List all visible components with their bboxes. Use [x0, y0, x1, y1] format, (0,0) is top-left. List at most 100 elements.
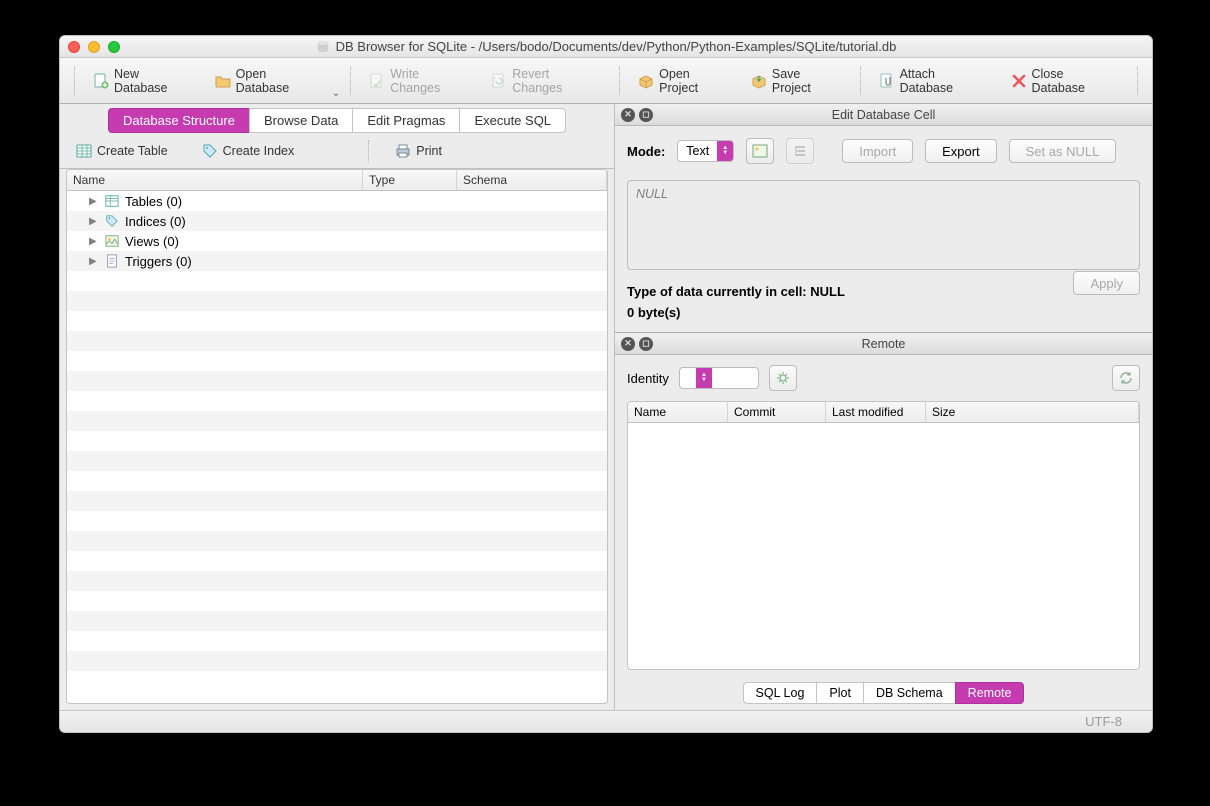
tab-plot[interactable]: Plot [816, 682, 863, 704]
sync-icon [1118, 370, 1134, 386]
tree-body[interactable]: ▶ Tables (0) ▶ Indices (0) ▶ Views (0) [67, 191, 607, 703]
label: Attach Database [900, 67, 991, 95]
label: Triggers (0) [125, 254, 192, 269]
doc-icon [105, 254, 119, 268]
tree-item-triggers[interactable]: ▶ Triggers (0) [67, 251, 607, 271]
app-window: DB Browser for SQLite - /Users/bodo/Docu… [59, 35, 1153, 733]
label: Close Database [1032, 67, 1120, 95]
tab-remote[interactable]: Remote [955, 682, 1025, 704]
print-button[interactable]: Print [387, 139, 450, 163]
panel-popout-icon[interactable]: ◻ [639, 108, 653, 122]
label: Print [416, 144, 442, 158]
col-last-modified[interactable]: Last modified [826, 402, 926, 422]
box-open-icon [638, 73, 654, 89]
identity-label: Identity [627, 371, 669, 386]
label: Views (0) [125, 234, 179, 249]
box-save-icon [751, 73, 767, 89]
import-button: Import [842, 139, 913, 163]
panel-close-icon[interactable]: ✕ [621, 108, 635, 122]
open-database-dropdown[interactable]: ⌄ [332, 88, 340, 103]
close-x-icon [1011, 73, 1027, 89]
new-database-button[interactable]: New Database [85, 63, 203, 99]
apply-button: Apply [1073, 271, 1140, 295]
encoding-indicator: UTF-8 [1085, 714, 1122, 729]
tab-edit-pragmas[interactable]: Edit Pragmas [352, 108, 459, 133]
table-icon [105, 194, 119, 208]
remote-table-body[interactable] [628, 423, 1139, 669]
label: Write Changes [390, 67, 471, 95]
open-database-button[interactable]: Open Database [207, 63, 330, 99]
label: Tables (0) [125, 194, 182, 209]
chevron-updown-icon: ▲▼ [717, 141, 733, 161]
label: Save Project [772, 67, 842, 95]
col-name[interactable]: Name [628, 402, 728, 422]
indent-button [786, 138, 814, 164]
bottom-tabbar: SQL Log Plot DB Schema Remote [615, 678, 1152, 710]
table-icon [76, 143, 92, 159]
tab-execute-sql[interactable]: Execute SQL [459, 108, 566, 133]
attach-icon [879, 73, 895, 89]
create-index-button[interactable]: Create Index [194, 139, 303, 163]
remote-refresh-button[interactable] [1112, 365, 1140, 391]
close-window-button[interactable] [68, 41, 80, 53]
printer-icon [395, 143, 411, 159]
save-icon [369, 73, 385, 89]
document-new-icon [93, 73, 109, 89]
set-null-button: Set as NULL [1009, 139, 1117, 163]
chevron-right-icon: ▶ [89, 216, 99, 227]
chevron-right-icon: ▶ [89, 256, 99, 267]
main-area: Database Structure Browse Data Edit Prag… [60, 104, 615, 710]
label: Open Project [659, 67, 731, 95]
col-type[interactable]: Type [363, 170, 457, 190]
label: Create Table [97, 144, 168, 158]
col-commit[interactable]: Commit [728, 402, 826, 422]
main-tabbar: Database Structure Browse Data Edit Prag… [60, 104, 614, 133]
col-name[interactable]: Name [67, 170, 363, 190]
chevron-updown-icon: ▲▼ [696, 368, 712, 388]
revert-icon [491, 73, 507, 89]
indent-icon [792, 143, 808, 159]
label: New Database [114, 67, 195, 95]
gear-icon [775, 370, 791, 386]
attach-database-button[interactable]: Attach Database [871, 63, 999, 99]
panel-close-icon[interactable]: ✕ [621, 337, 635, 351]
window-title: DB Browser for SQLite - /Users/bodo/Docu… [60, 39, 1152, 54]
close-database-button[interactable]: Close Database [1003, 63, 1128, 99]
mode-select[interactable]: Text ▲▼ [677, 140, 734, 162]
tab-browse-data[interactable]: Browse Data [249, 108, 352, 133]
tree-item-tables[interactable]: ▶ Tables (0) [67, 191, 607, 211]
tab-database-structure[interactable]: Database Structure [108, 108, 249, 133]
cell-content-textarea[interactable]: NULL [627, 180, 1140, 270]
minimize-window-button[interactable] [88, 41, 100, 53]
identity-select[interactable]: ▲▼ [679, 367, 759, 389]
export-button[interactable]: Export [925, 139, 997, 163]
panel-popout-icon[interactable]: ◻ [639, 337, 653, 351]
panel-title: Edit Database Cell [615, 108, 1152, 122]
statusbar: UTF-8 [60, 710, 1152, 732]
insert-image-button[interactable] [746, 138, 774, 164]
save-project-button[interactable]: Save Project [743, 63, 850, 99]
tree-item-indices[interactable]: ▶ Indices (0) [67, 211, 607, 231]
open-project-button[interactable]: Open Project [630, 63, 739, 99]
tree-item-views[interactable]: ▶ Views (0) [67, 231, 607, 251]
tab-sql-log[interactable]: SQL Log [743, 682, 817, 704]
main-toolbar: New Database Open Database ⌄ Write Chang… [60, 58, 1152, 104]
col-schema[interactable]: Schema [457, 170, 607, 190]
titlebar: DB Browser for SQLite - /Users/bodo/Docu… [60, 36, 1152, 58]
zoom-window-button[interactable] [108, 41, 120, 53]
label: Create Index [223, 144, 295, 158]
edit-cell-header: ✕ ◻ Edit Database Cell [615, 104, 1152, 126]
tab-db-schema[interactable]: DB Schema [863, 682, 955, 704]
write-changes-button: Write Changes [361, 63, 479, 99]
cell-bytes: 0 byte(s) [615, 303, 1152, 332]
schema-tree: Name Type Schema ▶ Tables (0) ▶ Indices … [66, 169, 608, 704]
chevron-right-icon: ▶ [89, 236, 99, 247]
create-table-button[interactable]: Create Table [68, 139, 176, 163]
label: Revert Changes [512, 67, 601, 95]
panel-title: Remote [615, 337, 1152, 351]
remote-settings-button[interactable] [769, 365, 797, 391]
remote-header: ✕ ◻ Remote [615, 333, 1152, 355]
label: Open Database [236, 67, 322, 95]
chevron-right-icon: ▶ [89, 196, 99, 207]
col-size[interactable]: Size [926, 402, 1139, 422]
